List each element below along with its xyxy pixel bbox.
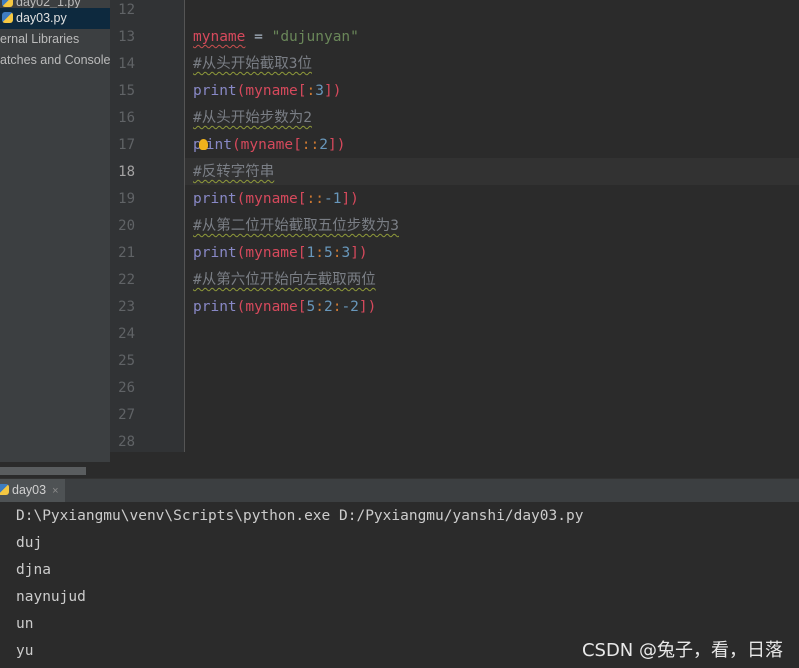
code-token: myname (240, 137, 294, 153)
code-token: = (245, 29, 272, 45)
line-number: 18 (118, 164, 135, 180)
code-token: [ (297, 83, 307, 99)
project-item-label: atches and Consoles (0, 53, 110, 67)
code-token: myname (245, 191, 298, 207)
code-line: myname = "dujunyan" (193, 24, 359, 51)
code-token: [ (297, 191, 307, 207)
code-editor[interactable]: myname = "dujunyan" #从头开始截取3位 print(myname… (185, 0, 799, 452)
line-number: 17 (118, 137, 135, 153)
code-line: print(myname[::-1]) (193, 186, 359, 213)
code-token: 1 (306, 245, 316, 261)
code-line: #从头开始步数为2 (193, 105, 312, 132)
code-token: :: (301, 137, 320, 153)
code-line: print(myname[1:5:3]) (193, 240, 368, 267)
run-tool-window-header: day03 × (0, 478, 799, 502)
code-line: p int(myname[::2]) (193, 132, 345, 159)
code-token: ]) (328, 137, 346, 153)
code-token: print (193, 191, 237, 207)
code-token: -1 (323, 191, 342, 207)
line-number: 19 (118, 191, 135, 207)
console-output-line: naynujud (16, 589, 86, 605)
code-token: : (315, 245, 324, 261)
console-output-line: un (16, 616, 34, 632)
code-token: int (205, 137, 232, 153)
code-token: 5 (323, 245, 333, 261)
line-number-gutter: 12 13 14 15 16 17 18 19 20 21 22 23 24 25 26 27 28 (110, 0, 185, 452)
code-token: ( (231, 137, 241, 153)
code-token: 3 (341, 245, 351, 261)
code-line: #从头开始截取3位 (193, 51, 312, 78)
code-token: 2 (319, 137, 328, 153)
code-token: myname (245, 299, 298, 315)
run-tab-day03[interactable]: day03 × (0, 479, 65, 502)
code-token: #反转字符串 (193, 164, 275, 180)
project-panel: day02_1.py day03.py ernal Libraries atch… (0, 0, 110, 462)
line-number: 14 (118, 56, 135, 72)
code-token: ]) (323, 83, 342, 99)
close-icon[interactable]: × (52, 485, 58, 497)
code-token: : (306, 83, 316, 99)
python-run-icon (0, 484, 9, 495)
code-token: print (193, 299, 237, 315)
code-token: 5 (306, 299, 316, 315)
code-token: #从头开始截取3位 (193, 56, 312, 72)
code-line: print(myname[:3]) (193, 78, 341, 105)
code-token: myname (245, 245, 298, 261)
line-number: 15 (118, 83, 135, 99)
code-token: "dujunyan" (271, 29, 359, 45)
console-output-line: D:\Pyxiangmu\venv\Scripts\python.exe D:/… (16, 508, 584, 524)
code-token: ]) (341, 191, 359, 207)
code-token: #从第六位开始向左截取两位 (193, 272, 376, 288)
code-token: print (193, 83, 237, 99)
code-token: [ (297, 299, 307, 315)
code-line: print(myname[5:2:-2]) (193, 294, 376, 321)
line-number: 28 (118, 434, 135, 450)
code-token: ]) (350, 245, 368, 261)
line-number: 21 (118, 245, 135, 261)
code-line: #从第二位开始截取五位步数为3 (193, 213, 399, 240)
line-number: 26 (118, 380, 135, 396)
code-token: 3 (315, 83, 324, 99)
code-token: #从第二位开始截取五位步数为3 (193, 218, 399, 234)
code-token: myname (245, 83, 298, 99)
project-file-day03[interactable]: day03.py (0, 8, 110, 29)
line-number: 23 (118, 299, 135, 315)
line-number: 24 (118, 326, 135, 342)
current-line-highlight (185, 158, 799, 185)
line-number: 13 (118, 29, 135, 45)
code-line: #反转字符串 (193, 159, 274, 186)
line-number: 27 (118, 407, 135, 423)
line-number: 22 (118, 272, 135, 288)
console-output-line: yu (16, 643, 34, 659)
run-tab-label: day03 (12, 483, 47, 497)
code-token: :: (306, 191, 324, 207)
project-file-label: day03.py (16, 11, 67, 25)
line-number: 20 (118, 218, 135, 234)
code-token: myname (193, 29, 246, 45)
code-token: [ (293, 137, 302, 153)
code-token: -2 (341, 299, 359, 315)
project-external-libraries[interactable]: ernal Libraries (0, 29, 110, 50)
code-token: print (193, 245, 237, 261)
project-item-label: ernal Libraries (0, 32, 80, 46)
code-token: 2 (323, 299, 333, 315)
code-line: #从第六位开始向左截取两位 (193, 267, 376, 294)
code-token: [ (297, 245, 307, 261)
python-file-icon (2, 12, 13, 23)
code-token: #从头开始步数为2 (193, 110, 312, 126)
code-token: ]) (358, 299, 377, 315)
watermark: CSDN @兔子，看，日落 (581, 640, 783, 661)
line-number: 12 (118, 2, 135, 18)
console-output-line: duj (16, 535, 43, 551)
console-output-line: djna (16, 562, 51, 578)
line-number: 25 (118, 353, 135, 369)
python-file-icon (2, 0, 13, 7)
line-number: 16 (118, 110, 135, 126)
intention-bulb-icon[interactable] (198, 139, 208, 150)
code-token: : (315, 299, 324, 315)
project-horizontal-scrollbar[interactable] (0, 467, 86, 475)
project-scratches-consoles[interactable]: atches and Consoles (0, 50, 110, 71)
